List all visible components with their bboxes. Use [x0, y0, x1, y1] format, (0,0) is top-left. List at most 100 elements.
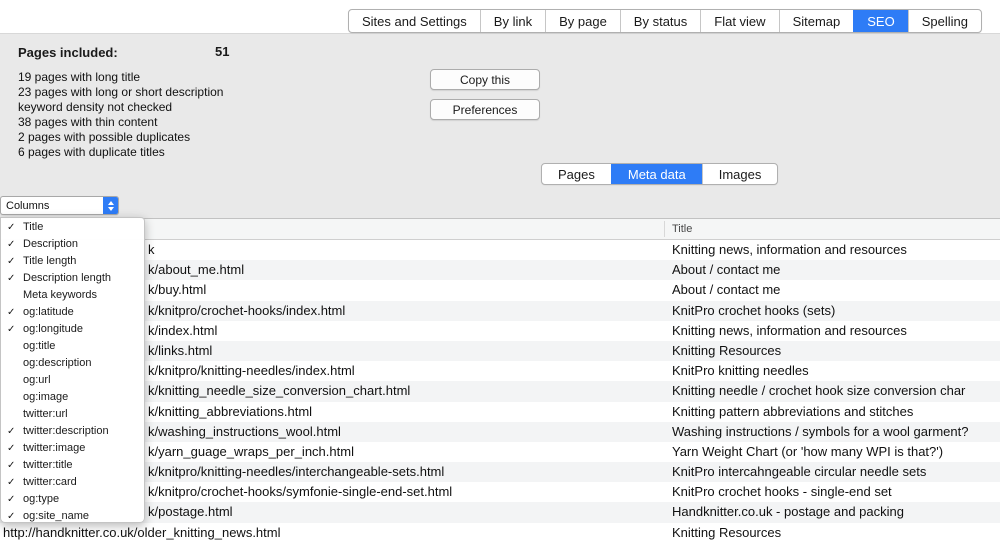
tab-sites-and-settings[interactable]: Sites and Settings: [349, 10, 480, 32]
columns-menu-item-description[interactable]: ✓ Description: [1, 236, 144, 253]
columns-menu-item-twitter-image[interactable]: ✓ twitter:image: [1, 440, 144, 457]
columns-menu-item-twitter-title[interactable]: ✓twitter:title: [1, 457, 144, 474]
table-row[interactable]: k/washing_instructions_wool.htmlWashing …: [0, 422, 1000, 442]
summary-stat: 38 pages with thin content: [18, 115, 223, 130]
title-cell: KnitPro crochet hooks - single-end set: [672, 482, 892, 502]
tab-seo[interactable]: SEO: [853, 10, 907, 32]
copy-this-button[interactable]: Copy this: [430, 69, 540, 90]
title-cell: Knitting Resources: [672, 341, 781, 361]
columns-menu-item-label: twitter:url: [23, 406, 68, 423]
url-cell: k/links.html: [148, 341, 212, 361]
columns-menu-item-og-type[interactable]: ✓ og:type: [1, 491, 144, 508]
columns-menu-item-title-length[interactable]: ✓Title length: [1, 253, 144, 270]
columns-menu-item-meta-keywords[interactable]: Meta keywords: [1, 287, 144, 304]
columns-menu-item-og-title[interactable]: og:title: [1, 338, 144, 355]
checkmark-icon: ✓: [7, 321, 15, 338]
tab-sitemap[interactable]: Sitemap: [779, 10, 854, 32]
columns-menu-item-twitter-description[interactable]: ✓ twitter:description: [1, 423, 144, 440]
columns-menu-item-label: og:type: [23, 491, 59, 508]
columns-menu-item-og-latitude[interactable]: ✓og:latitude: [1, 304, 144, 321]
columns-menu-item-label: twitter:image: [23, 440, 85, 457]
checkmark-icon: ✓: [7, 440, 15, 457]
tab-by-status[interactable]: By status: [620, 10, 700, 32]
checkmark-icon: ✓: [7, 491, 15, 508]
title-cell: Knitting needle / crochet hook size conv…: [672, 381, 965, 401]
columns-menu-item-label: twitter:description: [23, 423, 109, 440]
subtab-meta-data[interactable]: Meta data: [611, 164, 702, 184]
url-cell: k/about_me.html: [148, 260, 244, 280]
columns-menu-item-label: Description length: [23, 270, 111, 287]
title-cell: Yarn Weight Chart (or 'how many WPI is t…: [672, 442, 943, 462]
checkmark-icon: ✓: [7, 474, 15, 491]
column-divider[interactable]: [664, 221, 665, 237]
url-cell: k/yarn_guage_wraps_per_inch.html: [148, 442, 354, 462]
columns-menu-item-og-description[interactable]: og:description: [1, 355, 144, 372]
url-cell: http://handknitter.co.uk/older_knitting_…: [3, 523, 281, 543]
columns-menu-item-og-image[interactable]: og:image: [1, 389, 144, 406]
columns-menu-item-label: Title length: [23, 253, 76, 270]
table-row[interactable]: k/knitting_needle_size_conversion_chart.…: [0, 381, 1000, 401]
checkmark-icon: ✓: [7, 219, 15, 236]
url-cell: k/knitpro/knitting-needles/interchangeab…: [148, 462, 444, 482]
subtab-pages[interactable]: Pages: [542, 164, 611, 184]
columns-menu-item-twitter-url[interactable]: twitter:url: [1, 406, 144, 423]
title-column-header[interactable]: Title: [672, 219, 692, 239]
table-row[interactable]: k/knitting_abbreviations.htmlKnitting pa…: [0, 402, 1000, 422]
table-header: Title: [0, 218, 1000, 240]
table-row[interactable]: k/postage.htmlHandknitter.co.uk - postag…: [0, 502, 1000, 522]
summary-stat: keyword density not checked: [18, 100, 223, 115]
tab-by-page[interactable]: By page: [545, 10, 620, 32]
columns-menu-item-label: og:url: [23, 372, 51, 389]
url-cell: k: [148, 240, 155, 260]
columns-menu-item-label: og:site_name: [23, 508, 89, 525]
checkmark-icon: ✓: [7, 236, 15, 253]
table-row[interactable]: http://handknitter.co.uk/older_knitting_…: [0, 523, 1000, 543]
columns-menu-item-description-length[interactable]: ✓Description length: [1, 270, 144, 287]
columns-menu-item-label: Description: [23, 236, 78, 253]
main-tab-bar: Sites and SettingsBy linkBy pageBy statu…: [348, 9, 982, 33]
preferences-button[interactable]: Preferences: [430, 99, 540, 120]
subtab-images[interactable]: Images: [702, 164, 778, 184]
results-table: kKnitting news, information and resource…: [0, 240, 1000, 550]
table-row[interactable]: k/knitpro/crochet-hooks/index.htmlKnitPr…: [0, 301, 1000, 321]
table-row[interactable]: k/index.htmlKnitting news, information a…: [0, 321, 1000, 341]
checkmark-icon: ✓: [7, 508, 15, 525]
columns-menu-item-label: og:title: [23, 338, 55, 355]
checkmark-icon: ✓: [7, 423, 15, 440]
columns-menu: ✓Title✓Description✓Title length✓Descript…: [0, 217, 145, 523]
url-cell: k/knitting_needle_size_conversion_chart.…: [148, 381, 410, 401]
table-row[interactable]: k/yarn_guage_wraps_per_inch.html Yarn Wei…: [0, 442, 1000, 462]
columns-menu-item-label: twitter:card: [23, 474, 77, 491]
columns-dropdown-button[interactable]: Columns: [0, 196, 119, 215]
table-row[interactable]: k/knitpro/knitting-needles/interchangeab…: [0, 462, 1000, 482]
url-cell: k/knitpro/crochet-hooks/index.html: [148, 301, 345, 321]
tab-by-link[interactable]: By link: [480, 10, 545, 32]
pages-included-value: 51: [215, 44, 229, 59]
columns-menu-item-og-url[interactable]: og:url: [1, 372, 144, 389]
columns-menu-item-label: Title: [23, 219, 43, 236]
table-row[interactable]: k/about_me.htmlAbout / contact me: [0, 260, 1000, 280]
checkmark-icon: ✓: [7, 304, 15, 321]
table-row[interactable]: k/buy.htmlAbout / contact me: [0, 280, 1000, 300]
tab-flat-view[interactable]: Flat view: [700, 10, 778, 32]
table-row[interactable]: kKnitting news, information and resource…: [0, 240, 1000, 260]
checkmark-icon: ✓: [7, 457, 15, 474]
table-row[interactable]: k/knitpro/knitting-needles/index.html Kni…: [0, 361, 1000, 381]
popup-arrows-icon: [103, 197, 118, 214]
url-cell: k/knitting_abbreviations.html: [148, 402, 312, 422]
tab-spelling[interactable]: Spelling: [908, 10, 981, 32]
columns-menu-item-label: og:image: [23, 389, 68, 406]
url-cell: k/postage.html: [148, 502, 233, 522]
table-row[interactable]: k/links.html Knitting Resources: [0, 341, 1000, 361]
table-row[interactable]: k/knitpro/crochet-hooks/symfonie-single-…: [0, 482, 1000, 502]
url-cell: k/buy.html: [148, 280, 206, 300]
summary-stat: 6 pages with duplicate titles: [18, 145, 223, 160]
columns-menu-item-title[interactable]: ✓ Title: [1, 219, 144, 236]
columns-menu-item-label: og:description: [23, 355, 92, 372]
title-cell: KnitPro knitting needles: [672, 361, 809, 381]
columns-menu-item-twitter-card[interactable]: ✓ twitter:card: [1, 474, 144, 491]
url-cell: k/knitpro/knitting-needles/index.html: [148, 361, 355, 381]
columns-menu-item-og-longitude[interactable]: ✓og:longitude: [1, 321, 144, 338]
title-cell: KnitPro intercahngeable circular needle …: [672, 462, 926, 482]
columns-menu-item-og-site-name[interactable]: ✓ og:site_name: [1, 508, 144, 525]
